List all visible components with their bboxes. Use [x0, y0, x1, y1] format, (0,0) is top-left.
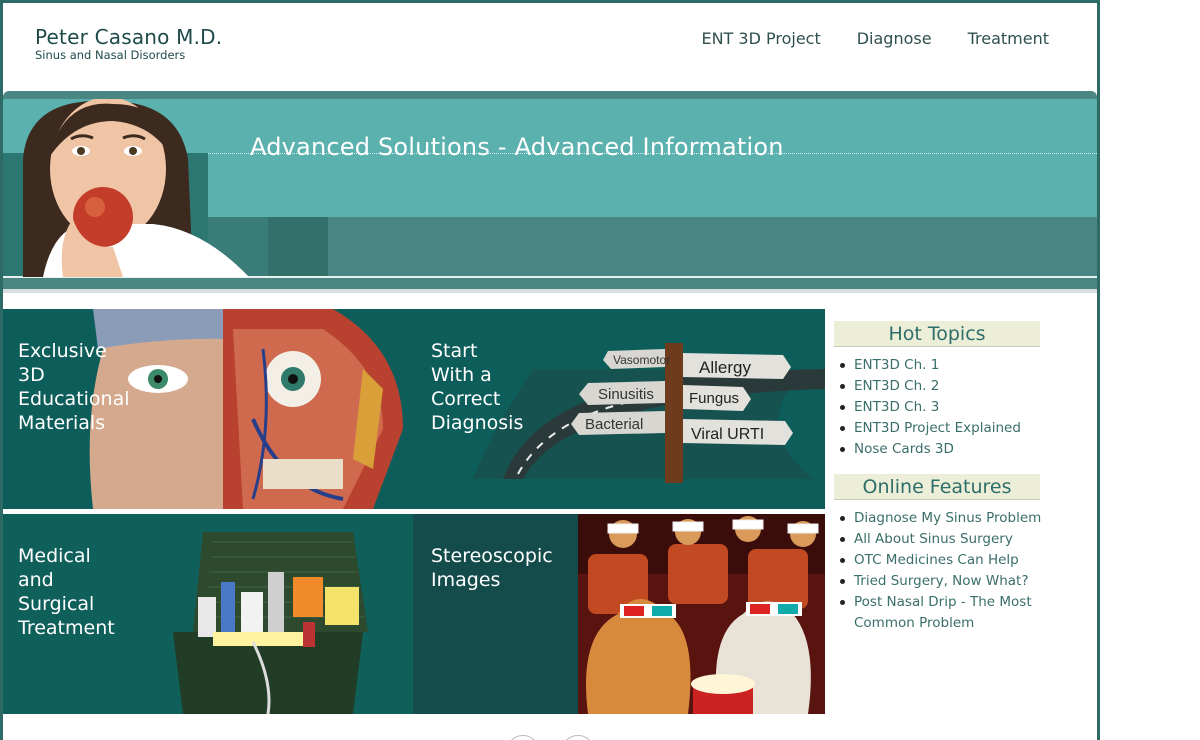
sign-vasomotor: Vasomotor	[603, 349, 670, 369]
online-feature-link[interactable]: Diagnose My Sinus Problem	[834, 508, 1074, 529]
hot-topic-link[interactable]: ENT3D Ch. 2	[834, 376, 1074, 397]
online-feature-link[interactable]: Post Nasal Drip - The Most Common Proble…	[834, 592, 1049, 634]
cats-3d-glasses-image	[578, 514, 825, 714]
svg-text:Allergy: Allergy	[699, 358, 751, 377]
tile-3d-educational-materials[interactable]: Exclusive 3D Educational Materials	[3, 309, 413, 509]
banner-title: Advanced Solutions - Advanced Informatio…	[250, 133, 784, 161]
banner-bottom-strip	[3, 278, 1097, 289]
online-feature-link[interactable]: OTC Medicines Can Help	[834, 550, 1074, 571]
main-nav: ENT 3D Project Diagnose Treatment	[701, 29, 1049, 48]
tile-label-stereoscopic: Stereoscopic Images	[431, 545, 553, 591]
tile-stereoscopic-images[interactable]: Stereoscopic Images	[413, 514, 825, 714]
glasses-left	[620, 604, 676, 618]
tile-correct-diagnosis[interactable]: Vasomotor Allergy Sinusitis Fungus Bacte…	[413, 309, 825, 509]
glasses-right	[746, 602, 802, 616]
nav-ent3d-project[interactable]: ENT 3D Project	[701, 29, 820, 48]
site-tagline: Sinus and Nasal Disorders	[35, 48, 186, 62]
site-name[interactable]: Peter Casano M.D.	[35, 25, 222, 49]
svg-text:Sinusitis: Sinusitis	[598, 386, 654, 403]
sign-fungus: Fungus	[683, 385, 751, 411]
hot-topics-heading: Hot Topics	[834, 321, 1040, 347]
svg-text:Bacterial: Bacterial	[585, 416, 643, 433]
carousel-prev-button[interactable]	[506, 735, 540, 740]
carousel-next-button[interactable]	[561, 735, 595, 740]
anatomy-face-image	[89, 309, 403, 509]
hot-topic-link[interactable]: ENT3D Project Explained	[834, 418, 1074, 439]
tile-label-treatment: Medical and Surgical Treatment	[18, 545, 115, 639]
sign-sinusitis: Sinusitis	[579, 381, 665, 405]
online-feature-link[interactable]: Tried Surgery, Now What?	[834, 571, 1074, 592]
nav-diagnose[interactable]: Diagnose	[857, 29, 932, 48]
site-brand[interactable]: Peter Casano M.D. Sinus and Nasal Disord…	[35, 25, 222, 62]
hot-topic-link[interactable]: ENT3D Ch. 3	[834, 397, 1074, 418]
sign-allergy: Allergy	[683, 353, 791, 379]
hot-topic-link[interactable]: ENT3D Ch. 1	[834, 355, 1074, 376]
banner-shadow	[3, 289, 1097, 293]
sidebar: Hot Topics ENT3D Ch. 1 ENT3D Ch. 2 ENT3D…	[834, 321, 1074, 648]
hero-banner: Advanced Solutions - Advanced Informatio…	[3, 91, 1097, 293]
online-feature-link[interactable]: All About Sinus Surgery	[834, 529, 1074, 550]
sign-viral-urti: Viral URTI	[683, 419, 793, 445]
tile-medical-surgical-treatment[interactable]: Medical and Surgical Treatment	[3, 514, 413, 714]
svg-text:Fungus: Fungus	[689, 390, 739, 407]
woman-eating-apple-image	[23, 99, 249, 277]
svg-text:Vasomotor: Vasomotor	[613, 353, 670, 367]
tile-label-3d: Exclusive 3D Educational Materials	[18, 340, 130, 434]
hot-topic-link[interactable]: Nose Cards 3D	[834, 439, 1074, 460]
online-features-list: Diagnose My Sinus Problem All About Sinu…	[834, 508, 1074, 634]
sign-bacterial: Bacterial	[571, 411, 665, 435]
svg-text:Viral URTI: Viral URTI	[691, 426, 764, 443]
medicine-toolbox-image	[173, 532, 368, 714]
tile-label-diagnosis: Start With a Correct Diagnosis	[431, 340, 524, 434]
hot-topics-list: ENT3D Ch. 1 ENT3D Ch. 2 ENT3D Ch. 3 ENT3…	[834, 355, 1074, 460]
nav-treatment[interactable]: Treatment	[968, 29, 1049, 48]
online-features-heading: Online Features	[834, 474, 1040, 500]
banner-block	[268, 217, 328, 277]
page-frame: Peter Casano M.D. Sinus and Nasal Disord…	[0, 0, 1100, 740]
banner-top-strip	[3, 91, 1097, 99]
